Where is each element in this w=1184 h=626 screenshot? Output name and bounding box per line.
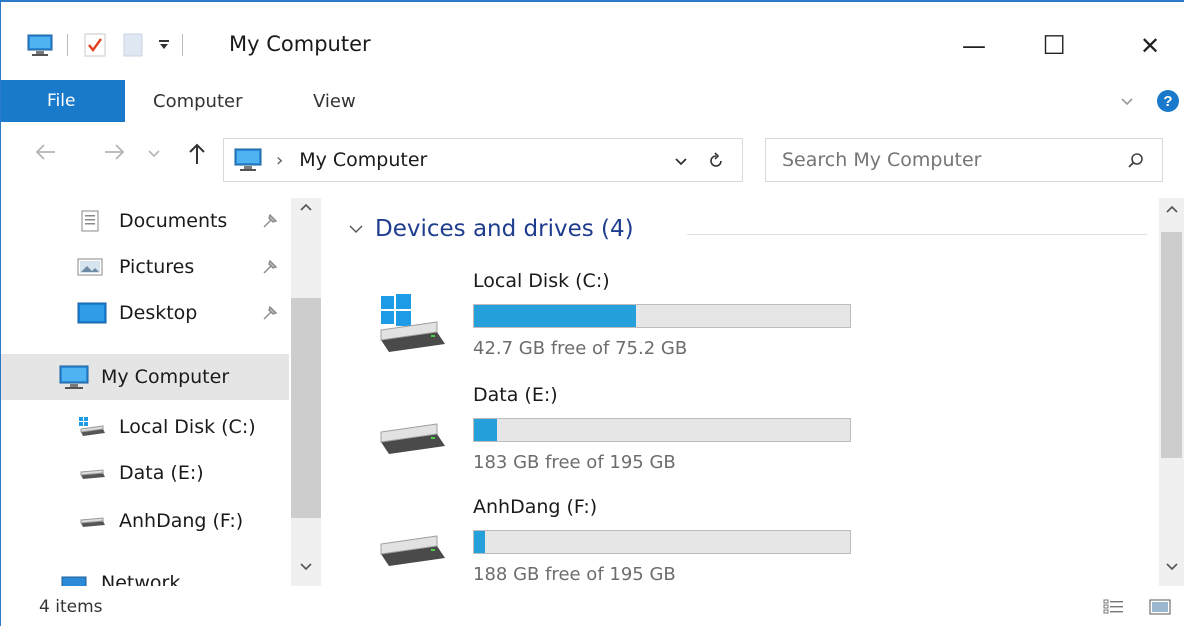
- address-history-chevron-icon[interactable]: [672, 153, 690, 169]
- computer-icon: [230, 147, 266, 173]
- expand-ribbon-icon[interactable]: [1117, 90, 1137, 112]
- nav-item-label: Desktop: [119, 302, 198, 324]
- nav-item-my-computer[interactable]: My Computer: [1, 354, 289, 400]
- drive-name: AnhDang (F:): [473, 496, 598, 518]
- drive-usage-bar-fill: [474, 419, 497, 441]
- nav-item-documents[interactable]: Documents: [1, 198, 289, 244]
- system-drive-icon: [77, 415, 107, 439]
- drive-usage-bar: [473, 530, 851, 554]
- drive-icon: [371, 528, 451, 578]
- search-input[interactable]: [782, 147, 1102, 173]
- drive-icon: [77, 463, 107, 483]
- address-bar[interactable]: › My Computer: [223, 138, 743, 182]
- drive-usage-bar: [473, 418, 851, 442]
- scroll-up-arrow-icon[interactable]: [1165, 204, 1179, 214]
- group-title: Devices and drives (4): [375, 216, 634, 242]
- breadcrumb-separator[interactable]: ›: [276, 150, 283, 171]
- tab-view[interactable]: View: [313, 80, 356, 122]
- close-button[interactable]: ✕: [1125, 28, 1175, 64]
- nav-item-label: AnhDang (F:): [119, 510, 244, 532]
- new-folder-icon[interactable]: [116, 30, 150, 60]
- pictures-icon: [77, 257, 103, 277]
- navigation-bar: › My Computer: [1, 122, 1184, 198]
- drive-free-space: 183 GB free of 195 GB: [473, 452, 676, 473]
- nav-item-label: Network: [101, 572, 181, 586]
- nav-item-label: Local Disk (C:): [119, 416, 256, 438]
- pin-icon[interactable]: [261, 304, 279, 322]
- drive-usage-bar-fill: [474, 305, 636, 327]
- item-count: 4 items: [39, 597, 103, 617]
- nav-item-data-e[interactable]: Data (E:): [1, 450, 289, 496]
- drive-usage-bar-fill: [474, 531, 486, 553]
- navigation-pane: Documents Pictures Desktop My Computer L…: [1, 198, 323, 586]
- drive-name: Local Disk (C:): [473, 270, 610, 292]
- nav-item-label: Documents: [119, 210, 228, 232]
- maximize-button[interactable]: ☐: [1029, 28, 1079, 64]
- drive-free-space: 42.7 GB free of 75.2 GB: [473, 338, 688, 359]
- drive-tile-data-e[interactable]: Data (E:) 183 GB free of 195 GB: [363, 384, 883, 494]
- svg-text:?: ?: [1163, 93, 1172, 110]
- nav-item-local-disk-c[interactable]: Local Disk (C:): [1, 404, 289, 450]
- nav-item-label: Data (E:): [119, 462, 204, 484]
- help-icon[interactable]: ?: [1155, 88, 1181, 114]
- nav-item-label: Pictures: [119, 256, 195, 278]
- window-title: My Computer: [229, 32, 371, 56]
- computer-icon[interactable]: [23, 30, 57, 60]
- search-box[interactable]: [765, 138, 1163, 182]
- back-arrow-icon[interactable]: [33, 142, 57, 162]
- details-view-icon[interactable]: [1101, 596, 1127, 618]
- drive-tile-anhdang-f[interactable]: AnhDang (F:) 188 GB free of 195 GB: [363, 496, 883, 586]
- content-pane: Devices and drives (4) Local Disk (C:) 4…: [323, 198, 1159, 586]
- recent-locations-chevron-icon[interactable]: [147, 148, 161, 158]
- pin-icon[interactable]: [261, 258, 279, 276]
- nav-item-desktop[interactable]: Desktop: [1, 290, 289, 336]
- drive-free-space: 188 GB free of 195 GB: [473, 564, 676, 585]
- nav-item-network[interactable]: Network: [1, 560, 289, 586]
- toolbar-divider: [67, 34, 68, 56]
- documents-icon: [77, 209, 103, 233]
- file-explorer-window: My Computer — ☐ ✕ File Computer View ? ›…: [0, 0, 1184, 626]
- group-collapse-chevron-icon[interactable]: [343, 223, 369, 235]
- refresh-icon[interactable]: [704, 149, 728, 173]
- title-bar: My Computer — ☐ ✕: [1, 2, 1184, 80]
- scroll-down-arrow-icon[interactable]: [299, 562, 313, 572]
- minimize-button[interactable]: —: [949, 28, 999, 64]
- pin-icon[interactable]: [261, 212, 279, 230]
- nav-item-anhdang-f[interactable]: AnhDang (F:): [1, 498, 289, 544]
- breadcrumb-my-computer[interactable]: My Computer: [299, 149, 427, 171]
- status-bar: 4 items: [1, 586, 1184, 626]
- drive-icon: [77, 511, 107, 531]
- large-icons-view-icon[interactable]: [1147, 596, 1173, 618]
- nav-item-pictures[interactable]: Pictures: [1, 244, 289, 290]
- drive-name: Data (E:): [473, 384, 558, 406]
- ribbon-tabs: File Computer View ?: [1, 80, 1184, 122]
- desktop-icon: [77, 302, 107, 324]
- devices-group-header[interactable]: Devices and drives (4): [343, 216, 634, 242]
- group-divider: [687, 234, 1147, 235]
- drive-icon: [371, 416, 451, 466]
- forward-arrow-icon[interactable]: [103, 142, 127, 162]
- tab-file[interactable]: File: [1, 80, 125, 122]
- nav-pane-scrollbar-thumb[interactable]: [291, 298, 321, 518]
- drive-tile-local-disk-c[interactable]: Local Disk (C:) 42.7 GB free of 75.2 GB: [363, 270, 883, 380]
- toolbar-divider: [182, 34, 183, 56]
- search-icon[interactable]: [1126, 151, 1146, 171]
- scroll-up-arrow-icon[interactable]: [299, 202, 313, 212]
- tab-computer[interactable]: Computer: [153, 80, 242, 122]
- network-icon: [57, 571, 91, 586]
- nav-item-label: My Computer: [101, 366, 230, 388]
- drive-usage-bar: [473, 304, 851, 328]
- content-scrollbar[interactable]: [1159, 198, 1184, 586]
- up-arrow-icon[interactable]: [187, 142, 207, 166]
- system-drive-icon: [371, 292, 451, 362]
- quick-access-toolbar: [23, 30, 191, 60]
- customize-dropdown-icon[interactable]: [154, 30, 174, 60]
- nav-pane-scrollbar[interactable]: [291, 198, 321, 586]
- computer-icon: [57, 364, 91, 390]
- content-scrollbar-thumb[interactable]: [1161, 232, 1182, 458]
- scroll-down-arrow-icon[interactable]: [1165, 562, 1179, 572]
- properties-icon[interactable]: [78, 30, 112, 60]
